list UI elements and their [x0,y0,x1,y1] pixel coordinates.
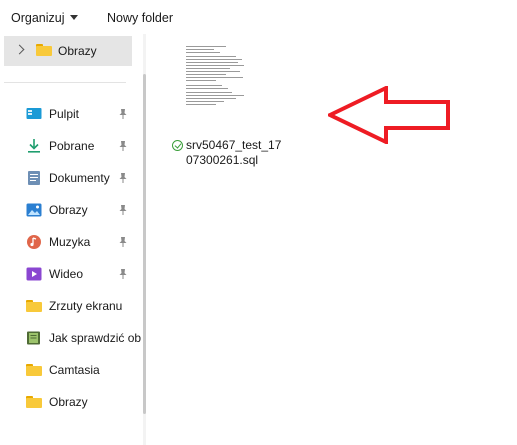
file-name-label: srv50467_test_1707300261.sql [186,138,282,167]
quick-access-label: Jak sprawdzić ob [49,331,142,345]
pin-icon[interactable] [118,172,128,184]
pin-icon[interactable] [118,268,128,280]
organize-menu-button[interactable]: Organizuj [11,9,78,27]
folder-icon [26,396,42,408]
quick-access-label: Pobrane [49,139,95,153]
pin-icon[interactable] [118,108,128,120]
file-list-area: srv50467_test_1707300261.sql [152,34,517,445]
quick-access-label: Obrazy [49,203,88,217]
quick-access-label: Camtasia [49,363,100,377]
file-thumbnail [182,42,248,112]
book-icon [27,331,40,345]
quick-access-label: Wideo [49,267,84,281]
pin-icon[interactable] [118,140,128,152]
music-icon [27,235,41,249]
expand-chevron-icon[interactable] [14,44,25,55]
new-folder-button[interactable]: Nowy folder [107,9,173,27]
download-icon [28,139,40,153]
navigation-pane: Obrazy Pulpit Pobrane Dokumenty Obrazy M… [0,34,146,445]
nav-scrollbar[interactable] [143,34,146,445]
folder-icon [36,44,52,56]
quick-access-item-zrzuty-ekranu[interactable]: Zrzuty ekranu [4,292,132,320]
quick-access-label: Dokumenty [49,171,110,185]
quick-access-label: Zrzuty ekranu [49,299,123,313]
pictures-icon [26,203,42,217]
nav-divider [4,82,126,83]
folder-icon [26,364,42,376]
nav-item-label: Obrazy [58,44,97,58]
organize-label: Organizuj [11,11,65,25]
quick-access-item-dokumenty[interactable]: Dokumenty [4,164,132,192]
quick-access-item-wideo[interactable]: Wideo [4,260,132,288]
quick-access-item-pobrane[interactable]: Pobrane [4,132,132,160]
pin-icon[interactable] [118,204,128,216]
quick-access-label: Muzyka [49,235,91,249]
quick-access-item-obrazy[interactable]: Obrazy [4,196,132,224]
quick-access-item-obrazy-folder[interactable]: Obrazy [4,388,132,416]
quick-access-item-pulpit[interactable]: Pulpit [4,100,132,128]
pin-icon[interactable] [118,236,128,248]
annotation-arrow [328,86,450,144]
quick-access-label: Pulpit [49,107,80,121]
video-icon [26,267,42,281]
quick-access-item-muzyka[interactable]: Muzyka [4,228,132,256]
nav-scrollbar-thumb[interactable] [143,74,146,414]
desktop-icon [26,108,42,119]
caret-down-icon [69,15,78,21]
quick-access-label: Obrazy [49,395,88,409]
quick-access-item-camtasia[interactable]: Camtasia [4,356,132,384]
new-folder-label: Nowy folder [107,11,173,25]
folder-icon [26,300,42,312]
quick-access-item-jak-sprawdzic[interactable]: Jak sprawdzić ob [4,324,141,352]
command-bar: Organizuj Nowy folder [0,0,517,34]
documents-icon [28,171,40,185]
synced-check-icon [172,140,183,151]
nav-item-obrazy-selected[interactable]: Obrazy [4,36,132,66]
